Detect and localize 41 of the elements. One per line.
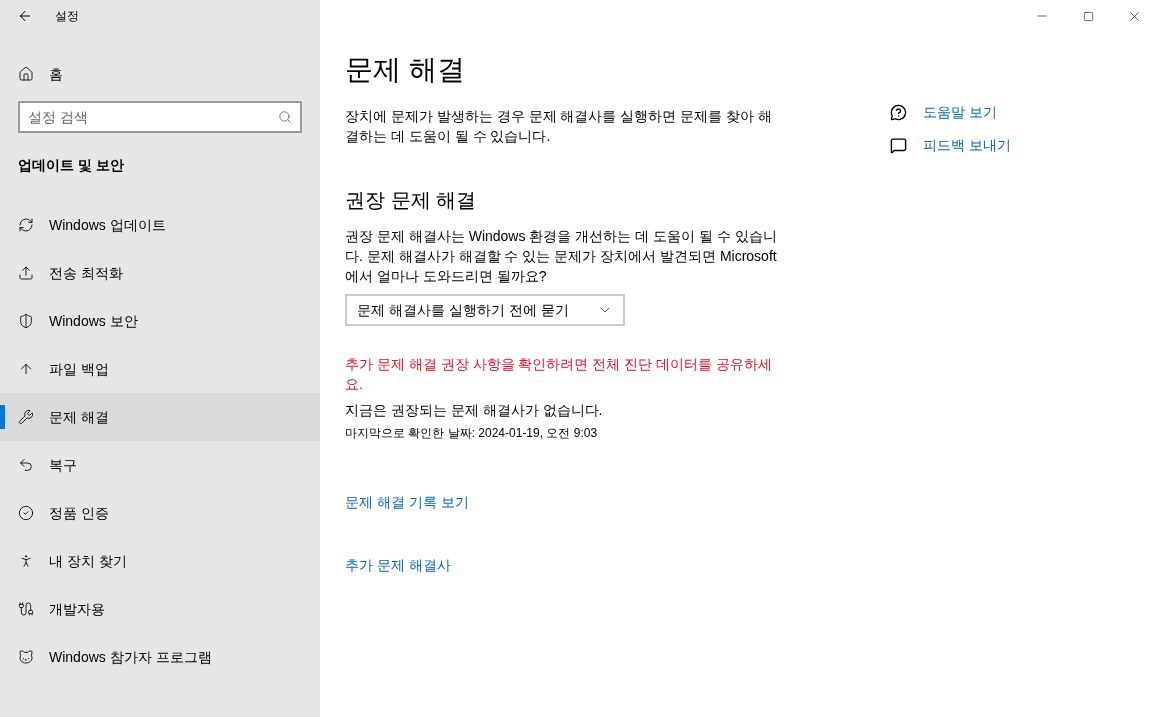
help-link[interactable]: 도움말 보기 bbox=[890, 102, 1011, 123]
home-nav-item[interactable]: 홈 bbox=[0, 57, 320, 91]
intro-text: 장치에 문제가 발생하는 경우 문제 해결사를 실행하면 문제를 찾아 해결하는 데 도움이 될 수 있습니다. bbox=[345, 107, 773, 146]
wrench-icon bbox=[18, 409, 34, 425]
search-icon bbox=[278, 110, 292, 124]
status-text: 지금은 권장되는 문제 해결사가 없습니다. bbox=[345, 401, 604, 420]
dropdown[interactable]: 문제 해결사를 실행하기 전에 묻기 bbox=[345, 294, 625, 326]
restore-icon bbox=[18, 457, 34, 473]
window-title: 설정 bbox=[55, 8, 79, 25]
link[interactable]: 추가 문제 해결사 bbox=[345, 555, 451, 576]
sidebar-item[interactable]: Windows 보안 bbox=[0, 297, 320, 345]
sidebar-item[interactable]: 정품 인증 bbox=[0, 489, 320, 537]
sidebar-item[interactable]: 문제 해결 bbox=[0, 393, 320, 441]
help-link[interactable]: 피드백 보내기 bbox=[890, 135, 1011, 156]
sidebar-item[interactable]: 파일 백업 bbox=[0, 345, 320, 393]
warning-text: 추가 문제 해결 권장 사항을 확인하려면 전체 진단 데이터를 공유하세요. bbox=[345, 355, 773, 394]
home-icon bbox=[18, 66, 34, 82]
section-description: 권장 문제 해결사는 Windows 환경을 개선하는 데 도움이 될 수 있습니다. 문제 해결사가 해결할 수 있는 문제가 장치에서 발견되면 Microsoft에서 얼마나 도와드리면 될까요? bbox=[345, 227, 778, 286]
help-bubble-icon bbox=[890, 104, 907, 121]
search-field[interactable]: 설정 검색 bbox=[18, 101, 302, 133]
maximize-icon bbox=[1082, 10, 1094, 22]
sidebar-item[interactable]: Windows 업데이트 bbox=[0, 201, 320, 249]
last-checked-text: 마지막으로 확인한 날짜: 2024-01-19, 오전 9:03 bbox=[345, 425, 599, 442]
section-title: 권장 문제 해결 bbox=[345, 188, 478, 213]
selection-indicator bbox=[0, 405, 5, 429]
sidebar-item[interactable]: Windows 참가자 프로그램 bbox=[0, 633, 320, 681]
sidebar-item[interactable]: 개발자용 bbox=[0, 585, 320, 633]
sidebar-item[interactable]: 내 장치 찾기 bbox=[0, 537, 320, 585]
feedback-icon bbox=[890, 137, 907, 154]
link[interactable]: 문제 해결 기록 보기 bbox=[345, 492, 469, 513]
page-title: 문제 해결 bbox=[345, 53, 466, 87]
upload-tray-icon bbox=[18, 265, 34, 281]
check-circle-icon bbox=[18, 505, 34, 521]
up-arrow-icon bbox=[18, 361, 34, 377]
refresh-icon bbox=[18, 217, 34, 233]
sidebar-item[interactable]: 복구 bbox=[0, 441, 320, 489]
cat-icon bbox=[18, 649, 34, 665]
sidebar-item[interactable]: 전송 최적화 bbox=[0, 249, 320, 297]
back-button[interactable] bbox=[17, 8, 33, 24]
section-heading: 업데이트 및 보안 bbox=[17, 156, 125, 175]
shield-icon bbox=[18, 313, 34, 329]
